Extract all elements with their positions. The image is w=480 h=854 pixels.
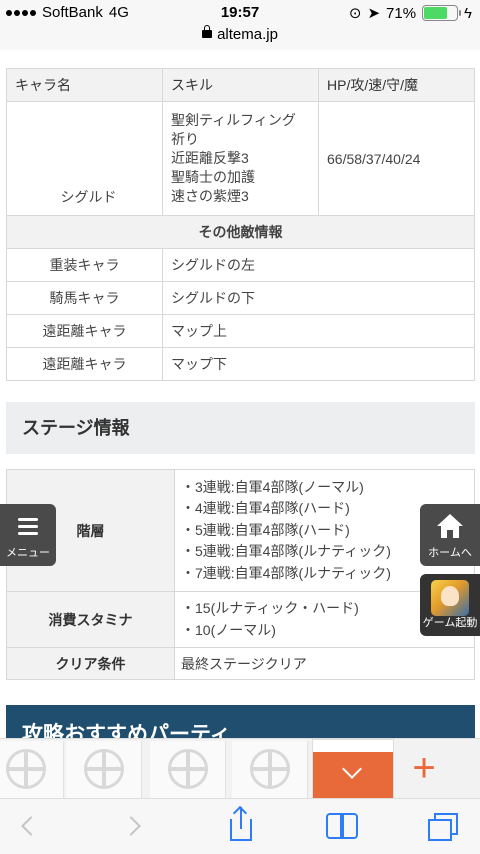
home-icon: [437, 514, 463, 538]
url-text[interactable]: altema.jp: [217, 26, 278, 43]
battery-icon: [422, 5, 462, 21]
boss-skills: 聖剣ティルフィング 祈り 近距離反撃3 聖騎士の加護 速さの紫煙3: [162, 101, 319, 216]
col-header-stats: HP/攻/速/守/魔: [318, 68, 475, 102]
battery-fill: [424, 7, 447, 19]
placeholder-icon: [6, 749, 46, 789]
stage-table: 階層 ・3連戦:自軍4部隊(ノーマル) ・4連戦:自軍4部隊(ハード) ・5連戦…: [6, 469, 475, 680]
menu-label: メニュー: [6, 547, 50, 559]
skill-item: 聖騎士の加護: [171, 169, 255, 185]
clear-condition: 最終ステージクリア: [174, 647, 475, 680]
col-header-skill: スキル: [162, 68, 319, 102]
stamina-row: 消費スタミナ ・15(ルナティック・ハード) ・10(ノーマル): [6, 591, 475, 648]
table-row: 騎馬キャラ シグルドの下: [6, 281, 475, 315]
game-icon: [431, 580, 469, 616]
boss-stats: 66/58/37/40/24: [318, 101, 475, 216]
hamburger-icon: [18, 518, 38, 539]
status-bar: SoftBank 4G 19:57 ⊙ ➤ 71% ϟ: [0, 0, 480, 28]
section-title-stage: ステージ情報: [6, 402, 475, 454]
chevron-left-icon: [21, 816, 41, 836]
skill-item: 速さの紫煙3: [171, 188, 249, 204]
rotation-lock-icon: ⊙: [348, 5, 362, 22]
clear-label: クリア条件: [6, 647, 175, 680]
tab-thumbnail[interactable]: [232, 741, 308, 799]
other-enemies-title: その他敵情報: [6, 215, 475, 249]
page-content: キャラ名 スキル HP/攻/速/守/魔 シグルド 聖剣ティルフィング 祈り 近距…: [0, 50, 480, 738]
chevron-right-icon: [121, 816, 141, 836]
enemy-location: マップ上: [162, 314, 475, 348]
book-icon: [326, 813, 342, 839]
table-row: 遠距離キャラ マップ下: [6, 347, 475, 381]
boss-row: シグルド 聖剣ティルフィング 祈り 近距離反撃3 聖騎士の加護 速さの紫煙3 6…: [6, 101, 475, 216]
enemy-type: 騎馬キャラ: [6, 281, 163, 315]
placeholder-icon: [84, 749, 124, 789]
enemy-type: 遠距離キャラ: [6, 314, 163, 348]
enemy-type: 重装キャラ: [6, 248, 163, 282]
placeholder-icon: [250, 749, 290, 789]
skill-item: 聖剣ティルフィング: [171, 112, 296, 128]
enemy-table: キャラ名 スキル HP/攻/速/守/魔 シグルド 聖剣ティルフィング 祈り 近距…: [6, 68, 475, 381]
url-bar[interactable]: altema.jp: [0, 25, 480, 48]
game-launch-button[interactable]: ゲーム起動: [420, 574, 480, 636]
menu-button[interactable]: メニュー: [0, 504, 56, 566]
stamina-label: 消費スタミナ: [6, 591, 175, 648]
add-tab-button[interactable]: +: [404, 743, 444, 793]
table-row: 重装キャラ シグルドの左: [6, 248, 475, 282]
location-icon: ➤: [367, 5, 381, 22]
bookmarks-button[interactable]: [322, 807, 362, 847]
charging-icon: ϟ: [464, 4, 472, 22]
tabs-button[interactable]: [424, 807, 464, 847]
enemy-table-header: キャラ名 スキル HP/攻/速/守/魔: [6, 68, 475, 102]
enemy-location: マップ下: [162, 347, 475, 381]
other-enemies-header: その他敵情報: [6, 215, 475, 249]
col-header-name: キャラ名: [6, 68, 163, 102]
skill-item: 祈り: [171, 131, 199, 147]
tab-strip: +: [0, 738, 480, 799]
active-tab-thumbnail[interactable]: [312, 739, 394, 799]
enemy-location: シグルドの下: [162, 281, 475, 315]
back-button[interactable]: [10, 807, 50, 847]
tab-thumbnail[interactable]: [0, 741, 64, 799]
browser-toolbar: [0, 798, 480, 854]
collapse-button[interactable]: [313, 752, 393, 798]
tabs-icon: [428, 819, 452, 841]
placeholder-icon: [168, 749, 208, 789]
table-row: 遠距離キャラ マップ上: [6, 314, 475, 348]
list-item: ・3連戦:自軍4部隊(ノーマル): [181, 478, 364, 495]
skill-item: 近距離反撃3: [171, 150, 249, 166]
lock-icon: [202, 25, 213, 38]
tab-thumbnail[interactable]: [66, 741, 142, 799]
share-button[interactable]: [220, 805, 260, 847]
enemy-type: 遠距離キャラ: [6, 347, 163, 381]
clear-row: クリア条件 最終ステージクリア: [6, 647, 475, 680]
floors-row: 階層 ・3連戦:自軍4部隊(ノーマル) ・4連戦:自軍4部隊(ハード) ・5連戦…: [6, 469, 475, 592]
status-right: ⊙ ➤ 71% ϟ: [348, 4, 472, 23]
home-button[interactable]: ホームへ: [420, 504, 480, 566]
game-launch-label: ゲーム起動: [422, 617, 478, 629]
boss-name-link[interactable]: シグルド: [6, 101, 163, 216]
battery-percent: 71%: [386, 4, 417, 22]
home-label: ホームへ: [428, 547, 472, 559]
tab-thumbnail[interactable]: [150, 741, 226, 799]
forward-button[interactable]: [116, 807, 156, 847]
enemy-location: シグルドの左: [162, 248, 475, 282]
section-title-party: 攻略おすすめパーティ: [6, 705, 475, 738]
chevron-down-icon: [342, 759, 362, 779]
